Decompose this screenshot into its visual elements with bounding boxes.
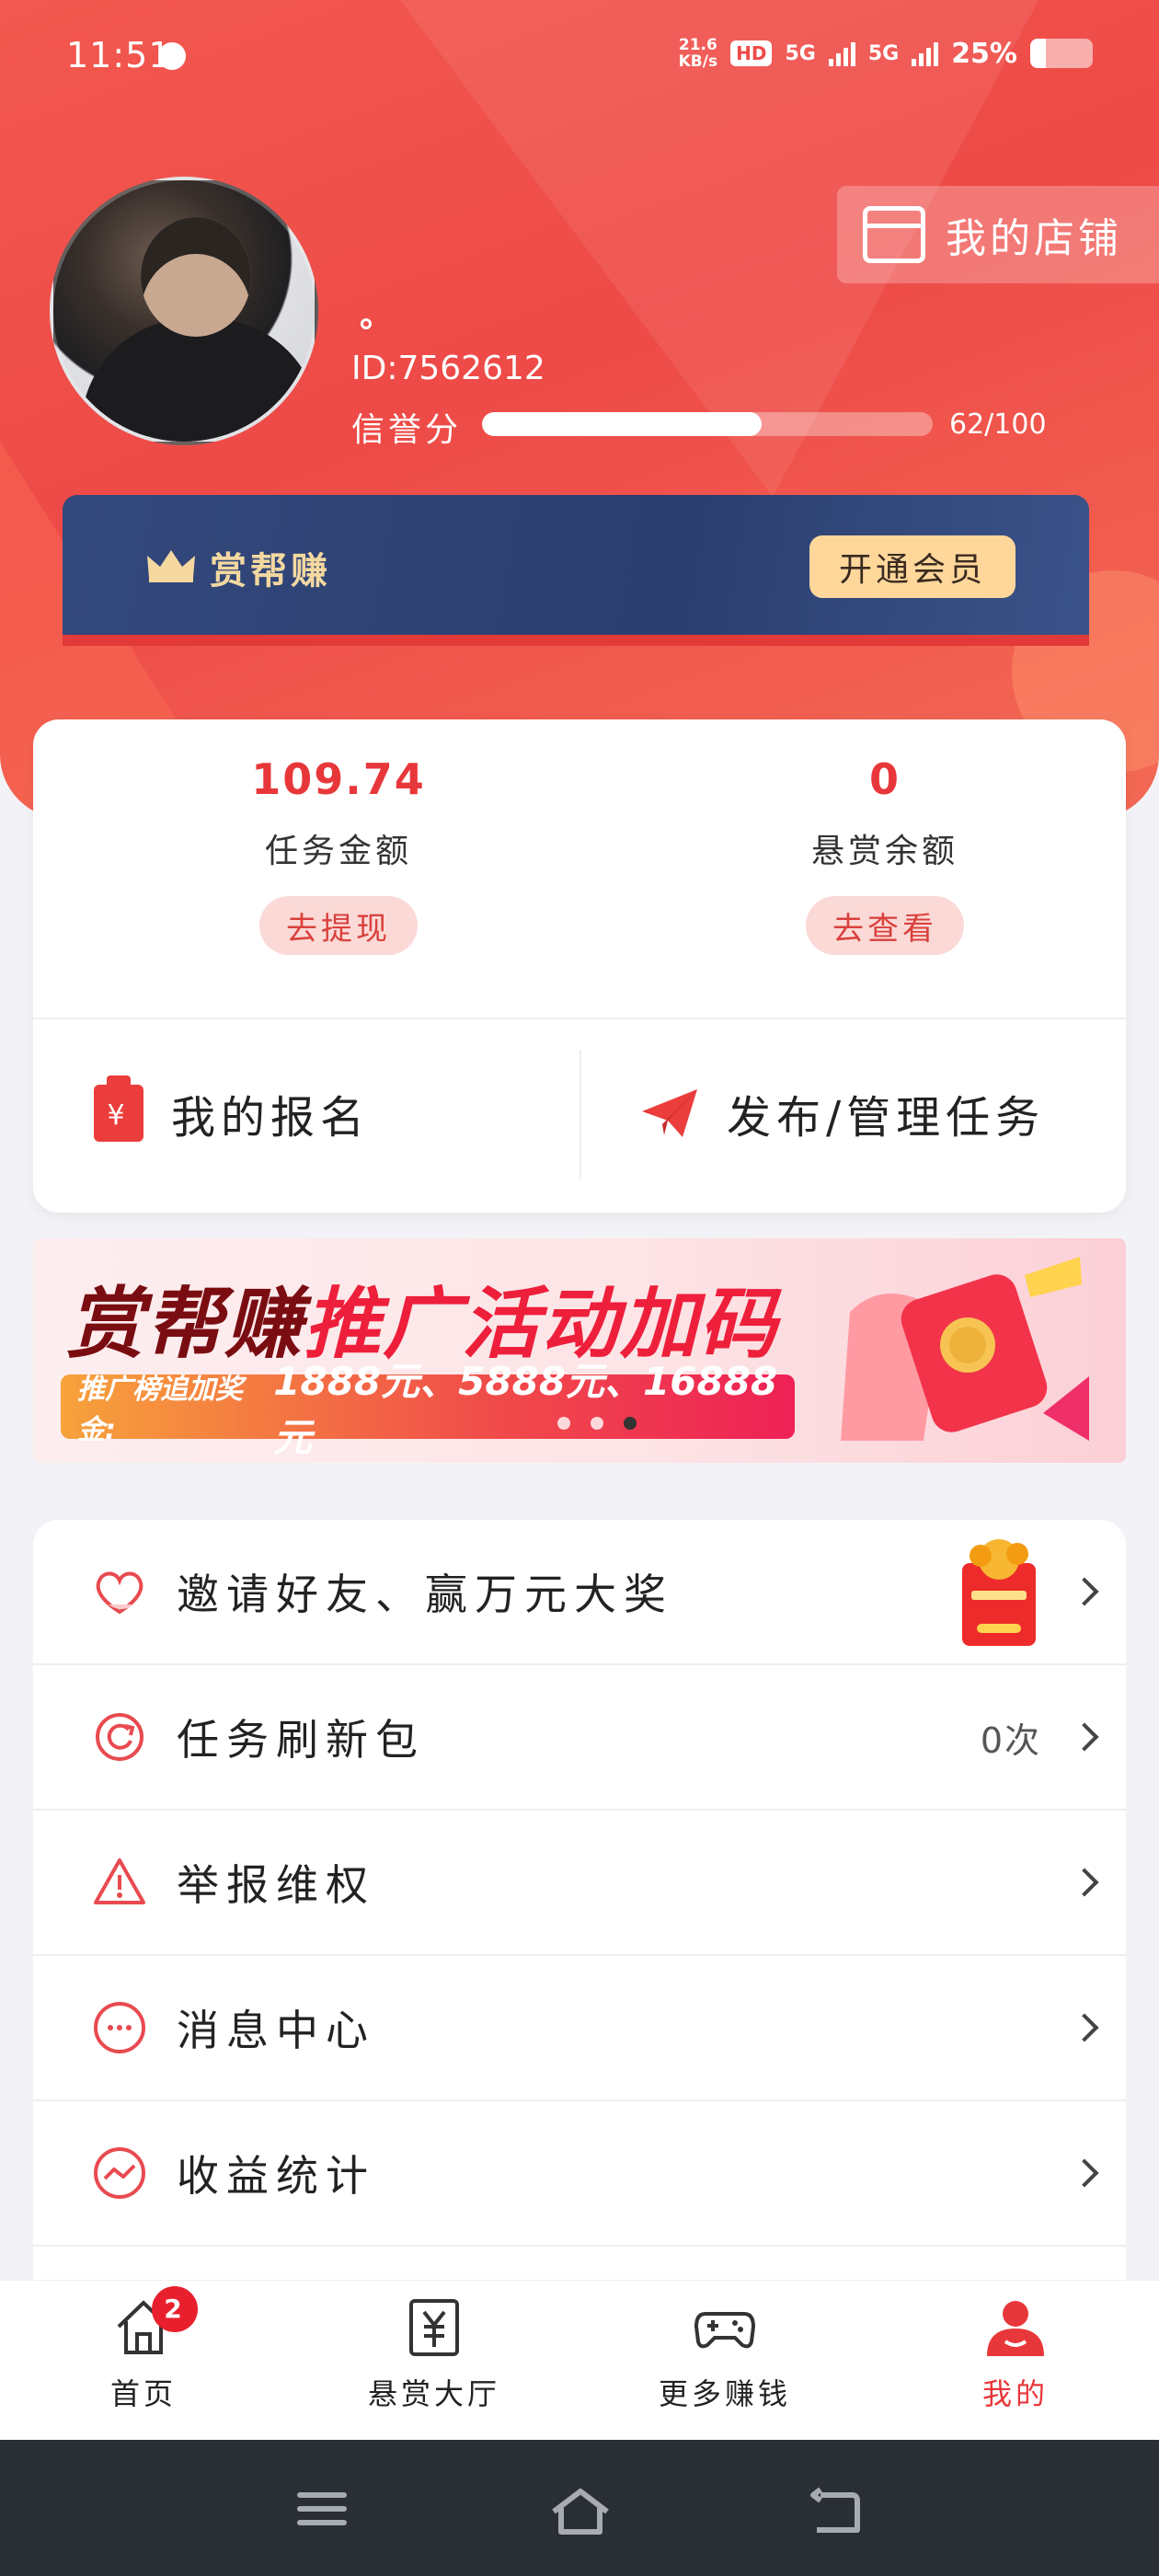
status-bar: 11:51 21.6 KB/s HD 5G 5G 25%: [66, 35, 1093, 81]
signal-icon: [828, 40, 855, 66]
publish-manage-label: 发布/管理任务: [727, 1092, 1046, 1144]
bottom-tab-bar: 2 首页 悬赏大厅 更多赚钱 我的: [0, 2280, 1159, 2440]
yuan-icon: [402, 2295, 466, 2360]
chevron-right-icon: [1070, 2158, 1099, 2188]
banner-strip-prefix: 推广榜追加奖金:: [77, 1374, 243, 1446]
wallet-card: 109.74 任务金额 去提现 0 悬赏余额 去查看 ¥ 我的报名 发布/管理任…: [33, 719, 1126, 1213]
avatar-figure: [141, 217, 251, 337]
chevron-right-icon: [1070, 1722, 1099, 1752]
clipboard-yen-icon: ¥: [94, 1075, 143, 1142]
my-shop-label: 我的店铺: [946, 215, 1122, 262]
my-signup-button[interactable]: ¥ 我的报名: [94, 1075, 370, 1152]
open-vip-button[interactable]: 开通会员: [809, 535, 1016, 598]
withdraw-button[interactable]: 去提现: [259, 896, 418, 955]
back-icon[interactable]: [808, 2486, 863, 2536]
chevron-right-icon: [1070, 2013, 1099, 2042]
menu-icon[interactable]: [294, 2486, 350, 2532]
menu-item-refresh-pack[interactable]: 任务刷新包 0次: [33, 1665, 1126, 1811]
status-time: 11:51: [66, 35, 172, 75]
home-nav-icon[interactable]: [548, 2486, 613, 2536]
reward-balance-stat: 0 悬赏余额 去查看: [701, 754, 1069, 955]
vip-banner[interactable]: 赏帮赚 开通会员: [63, 495, 1089, 635]
carousel-dot[interactable]: [591, 1417, 603, 1430]
warning-icon: [94, 1858, 145, 1904]
globe-icon: [158, 42, 186, 70]
credit-progress-bar: [482, 412, 933, 436]
menu-item-report[interactable]: 举报维权: [33, 1811, 1126, 1956]
menu-list: 邀请好友、赢万元大奖 任务刷新包 0次 举报维权 消息中心 收益统计: [33, 1520, 1126, 2283]
battery-percent: 25%: [951, 37, 1017, 70]
shop-icon: [863, 206, 925, 263]
red-envelope-hand-icon: [841, 1257, 1089, 1441]
divider: [33, 1018, 1126, 1019]
user-id: ID:7562612: [351, 350, 545, 387]
tab-label: 更多赚钱: [658, 2376, 791, 2411]
menu-item-earnings[interactable]: 收益统计: [33, 2101, 1126, 2247]
vip-title: 赏帮赚: [210, 550, 331, 592]
network-label: 5G: [785, 41, 816, 65]
task-amount-label: 任务金额: [264, 833, 412, 870]
menu-item-messages[interactable]: 消息中心: [33, 1956, 1126, 2101]
task-amount: 109.74: [251, 754, 426, 804]
tab-label: 首页: [109, 2376, 177, 2411]
signal-icon: [912, 40, 939, 66]
my-shop-button[interactable]: 我的店铺: [837, 186, 1159, 283]
red-envelope-icon: [962, 1539, 1036, 1646]
network-label: 5G: [867, 41, 900, 65]
menu-item-label: 收益统计: [177, 2151, 375, 2201]
my-signup-label: 我的报名: [171, 1092, 371, 1144]
net-speed-unit: KB/s: [678, 52, 718, 71]
heart-icon: [96, 1571, 143, 1615]
credit-value: 62/100: [949, 408, 1047, 441]
chevron-right-icon: [1070, 1868, 1099, 1897]
divider: [580, 1051, 581, 1179]
view-button[interactable]: 去查看: [806, 896, 964, 955]
menu-item-label: 任务刷新包: [177, 1715, 425, 1765]
tab-home[interactable]: 2 首页: [52, 2286, 235, 2413]
tab-mine[interactable]: 我的: [924, 2295, 1107, 2413]
carousel-dots: [557, 1417, 637, 1430]
notification-badge: 2: [152, 2286, 198, 2332]
gamepad-icon: [693, 2295, 757, 2360]
carousel-dot-active[interactable]: [624, 1417, 637, 1430]
username-dot: [361, 318, 372, 329]
menu-item-label: 邀请好友、赢万元大奖: [177, 1570, 673, 1619]
crown-icon: [147, 550, 195, 582]
refresh-count: 0次: [980, 1719, 1041, 1761]
avatar[interactable]: [50, 177, 318, 445]
banner-strip-amounts: 1888元、5888元、16888元: [273, 1359, 778, 1460]
message-icon: [94, 2002, 145, 2053]
carousel-dot[interactable]: [557, 1417, 570, 1430]
task-amount-stat: 109.74 任务金额 去提现: [155, 754, 522, 955]
net-speed: 21.6 KB/s: [679, 37, 717, 70]
credit-label: 信誉分: [351, 411, 463, 449]
net-speed-value: 21.6: [678, 36, 717, 54]
menu-item-invite[interactable]: 邀请好友、赢万元大奖: [33, 1520, 1126, 1665]
home-icon: 2: [111, 2286, 198, 2360]
banner-strip: 推广榜追加奖金: 1888元、5888元、16888元: [61, 1359, 795, 1460]
user-icon: [983, 2295, 1048, 2360]
avatar-figure: [81, 318, 315, 442]
reward-balance: 0: [868, 754, 901, 804]
profile-header: 11:51 21.6 KB/s HD 5G 5G 25% ID:7562612 …: [0, 0, 1159, 819]
system-nav-bar: [0, 2440, 1159, 2576]
banner-title-brand: 赏帮赚: [66, 1279, 304, 1369]
credit-progress-fill: [482, 412, 762, 436]
menu-item-label: 举报维权: [177, 1860, 375, 1910]
publish-manage-button[interactable]: 发布/管理任务: [640, 1075, 1045, 1152]
menu-item-label: 消息中心: [177, 2006, 375, 2055]
refresh-icon: [96, 1713, 143, 1761]
tab-label: 悬赏大厅: [367, 2376, 500, 2411]
hd-icon: HD: [730, 40, 773, 66]
tab-label: 我的: [981, 2376, 1049, 2411]
paper-plane-icon: [642, 1089, 697, 1137]
tab-more-earn[interactable]: 更多赚钱: [633, 2295, 817, 2413]
battery-icon: [1030, 39, 1093, 68]
chart-icon: [94, 2147, 145, 2199]
promo-banner[interactable]: 赏帮赚推广活动加码 推广榜追加奖金: 1888元、5888元、16888元: [33, 1238, 1126, 1463]
tab-reward-hall[interactable]: 悬赏大厅: [342, 2295, 526, 2413]
chevron-right-icon: [1070, 1577, 1099, 1606]
reward-balance-label: 悬赏余额: [810, 833, 958, 870]
